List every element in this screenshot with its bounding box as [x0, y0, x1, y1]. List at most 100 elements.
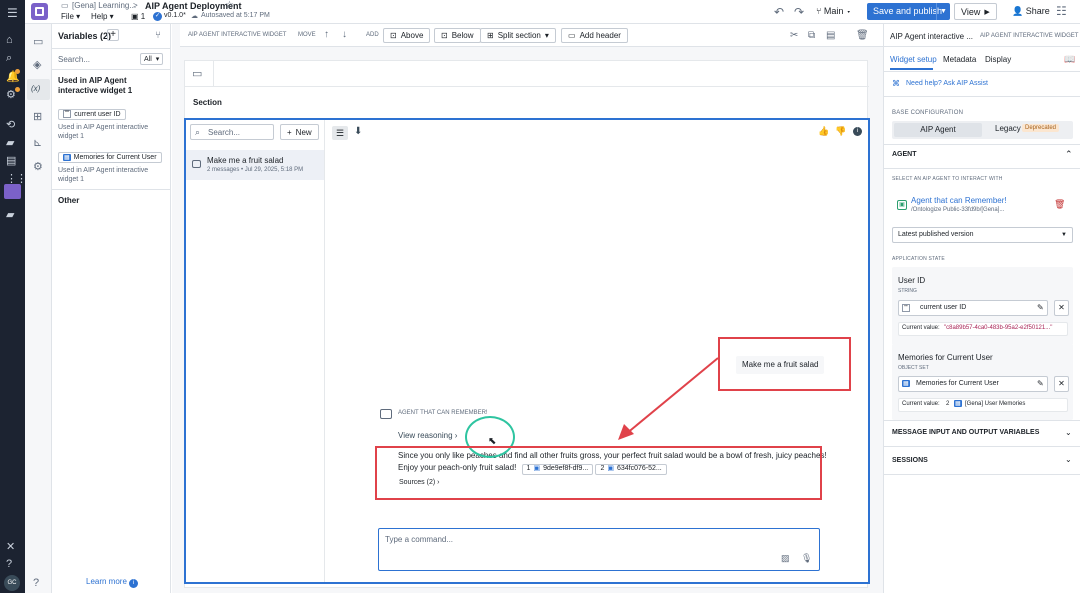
- aip-icon[interactable]: ✕: [6, 540, 19, 553]
- variable-item[interactable]: ▦ Memories for Current User Used in AIP A…: [58, 150, 166, 184]
- variables-search[interactable]: Search...: [58, 55, 90, 64]
- agent-version-select[interactable]: Latest published version ▼: [892, 227, 1073, 243]
- selected-agent-name[interactable]: Agent that can Remember!: [911, 196, 1007, 205]
- variable-chip[interactable]: ▦ Memories for Current User: [58, 152, 162, 163]
- conversation-item[interactable]: Make me a fruit salad 2 messages • Jul 2…: [186, 150, 324, 180]
- branch-name: Main: [823, 6, 844, 16]
- version-label[interactable]: v0.1.0*: [164, 12, 186, 19]
- divider: [884, 144, 1080, 145]
- menu-icon[interactable]: ☰: [7, 6, 18, 20]
- files-icon[interactable]: ▰: [6, 208, 19, 221]
- tab-metadata[interactable]: Metadata: [943, 55, 976, 64]
- aip-assist-link[interactable]: Need help? Ask AIP Assist: [906, 80, 988, 87]
- home-icon[interactable]: ⌂: [6, 34, 19, 47]
- move-down-icon[interactable]: ↓: [342, 29, 347, 40]
- add-variable-icon[interactable]: +: [107, 29, 119, 41]
- command-input[interactable]: Type a command... ▨ 🎙: [378, 528, 820, 571]
- clipboard-icon[interactable]: ▤: [6, 154, 19, 167]
- segment-legacy[interactable]: Legacy: [995, 124, 1021, 133]
- cut-icon[interactable]: ✂: [790, 30, 798, 41]
- clear-variable-icon[interactable]: ✕: [1054, 376, 1069, 392]
- info-icon[interactable]: i: [853, 127, 862, 136]
- edit-pencil-icon[interactable]: ✎: [1037, 379, 1044, 388]
- state-variable-field[interactable]: "" current user ID ✎: [898, 300, 1048, 316]
- help-circle-icon[interactable]: ?: [33, 577, 39, 589]
- layout-icon[interactable]: ▭: [33, 35, 43, 48]
- search-icon[interactable]: ⌕: [6, 52, 19, 65]
- new-conversation-button[interactable]: + New: [280, 124, 319, 140]
- graph-icon[interactable]: ⑂: [155, 30, 161, 41]
- current-value-text[interactable]: [Gena] User Memories: [965, 401, 1025, 407]
- variables-tab[interactable]: (x): [27, 79, 50, 100]
- list-view-icon[interactable]: ☷: [1056, 4, 1067, 18]
- share-button[interactable]: 👤 Share: [1012, 6, 1050, 17]
- thumbs-up-icon[interactable]: 👍: [818, 126, 829, 137]
- layout-settings-icon[interactable]: ⊞: [33, 110, 42, 123]
- star-icon[interactable]: ☆: [225, 0, 234, 11]
- save-publish-button[interactable]: Save and publish ▼: [867, 3, 950, 20]
- move-up-icon[interactable]: ↑: [324, 29, 329, 40]
- chart-icon[interactable]: ⊾: [33, 136, 42, 149]
- tab-widget-setup[interactable]: Widget setup: [890, 55, 937, 64]
- tab-display[interactable]: Display: [985, 55, 1011, 64]
- base-config-heading: BASE CONFIGURATION: [892, 110, 964, 116]
- learn-more-link[interactable]: Learn more i: [86, 577, 139, 588]
- select-agent-label: SELECT AN AIP AGENT TO INTERACT WITH: [892, 176, 1003, 182]
- microphone-icon[interactable]: 🎙: [801, 553, 812, 564]
- settings-icon[interactable]: ⚙: [33, 160, 43, 173]
- file-menu[interactable]: File ▾: [61, 12, 80, 21]
- sessions-heading[interactable]: SESSIONS: [892, 457, 928, 464]
- help-icon[interactable]: ?: [6, 558, 19, 571]
- state-item-user-id: User ID STRING "" current user ID ✎ ✕ Cu…: [892, 267, 1073, 345]
- remove-agent-trash-icon[interactable]: 🗑: [1054, 199, 1065, 210]
- view-reasoning[interactable]: View reasoning ›: [398, 431, 457, 440]
- breadcrumb-parent[interactable]: [Gena] Learning...: [72, 1, 136, 10]
- add-header-button[interactable]: ▭ Add header: [561, 28, 628, 43]
- variable-item[interactable]: "" current user ID Used in AIP Agent inte…: [58, 106, 166, 141]
- global-nav-rail: ⌂ ⌕ 🔔 ⚙ ⟲ ▰ ▤ ⋮⋮ ▰ ✕ ? GC: [0, 24, 27, 593]
- conversation-search-input[interactable]: ⌕ Search...: [190, 124, 274, 140]
- conversation-title: Make me a fruit salad: [207, 156, 284, 165]
- chevron-up-icon[interactable]: ⌃: [1065, 149, 1073, 160]
- folder-icon[interactable]: ▰: [6, 136, 19, 149]
- split-section-button[interactable]: ⊞ Split section ▾: [480, 28, 556, 43]
- state-variable-field[interactable]: ▦ Memories for Current User ✎: [898, 376, 1048, 392]
- publish-dropdown-icon[interactable]: ▼: [936, 3, 950, 20]
- redo-icon[interactable]: ↷: [794, 5, 804, 19]
- paste-icon[interactable]: ▤: [826, 30, 835, 41]
- section-header-area: ▭: [185, 61, 869, 87]
- copy-icon[interactable]: ⧉: [808, 30, 815, 41]
- undo-icon[interactable]: ↶: [774, 5, 784, 19]
- thumbs-down-icon[interactable]: 👎: [835, 126, 846, 137]
- image-upload-icon[interactable]: ▨: [781, 553, 790, 564]
- clear-variable-icon[interactable]: ✕: [1054, 300, 1069, 316]
- view-button[interactable]: View ▶: [954, 3, 997, 20]
- agent-section-heading[interactable]: AGENT: [892, 151, 917, 158]
- collapse-sidebar-icon[interactable]: ☰: [332, 126, 348, 140]
- add-below-button[interactable]: ⊡ Below: [434, 28, 481, 43]
- layers-icon[interactable]: ◈: [33, 58, 41, 71]
- other-group-title: Other: [58, 196, 80, 205]
- user-avatar[interactable]: GC: [4, 575, 20, 591]
- agent-bot-icon: [192, 160, 201, 168]
- chevron-down-icon[interactable]: ⌄: [1065, 455, 1072, 464]
- chevron-down-icon[interactable]: ⌄: [1065, 428, 1072, 437]
- download-icon[interactable]: ⬇: [354, 126, 362, 137]
- message-io-heading[interactable]: MESSAGE INPUT AND OUTPUT VARIABLES: [892, 429, 1039, 436]
- divider: [884, 96, 1080, 97]
- help-menu[interactable]: Help ▾: [91, 12, 114, 21]
- history-icon[interactable]: ⟲: [6, 118, 19, 131]
- variables-panel: Variables (2) + ⑂ Search... All ▾ Used i…: [52, 24, 171, 593]
- edit-pencil-icon[interactable]: ✎: [1037, 303, 1044, 312]
- add-below-label: Below: [451, 31, 474, 40]
- workshop-app-icon[interactable]: [4, 184, 21, 199]
- variables-filter[interactable]: All ▾: [140, 53, 164, 65]
- delete-icon[interactable]: 🗑: [856, 30, 869, 41]
- branch-selector[interactable]: ⑂ Main ▾: [816, 6, 851, 16]
- section-layout-icon[interactable]: ▭: [192, 67, 202, 80]
- docs-book-icon[interactable]: 📖: [1064, 54, 1075, 65]
- pages-count[interactable]: ▣ 1: [131, 12, 145, 21]
- variable-chip[interactable]: "" current user ID: [58, 108, 126, 120]
- segment-aip-agent[interactable]: AIP Agent: [894, 123, 982, 137]
- add-above-button[interactable]: ⊡ Above: [383, 28, 431, 43]
